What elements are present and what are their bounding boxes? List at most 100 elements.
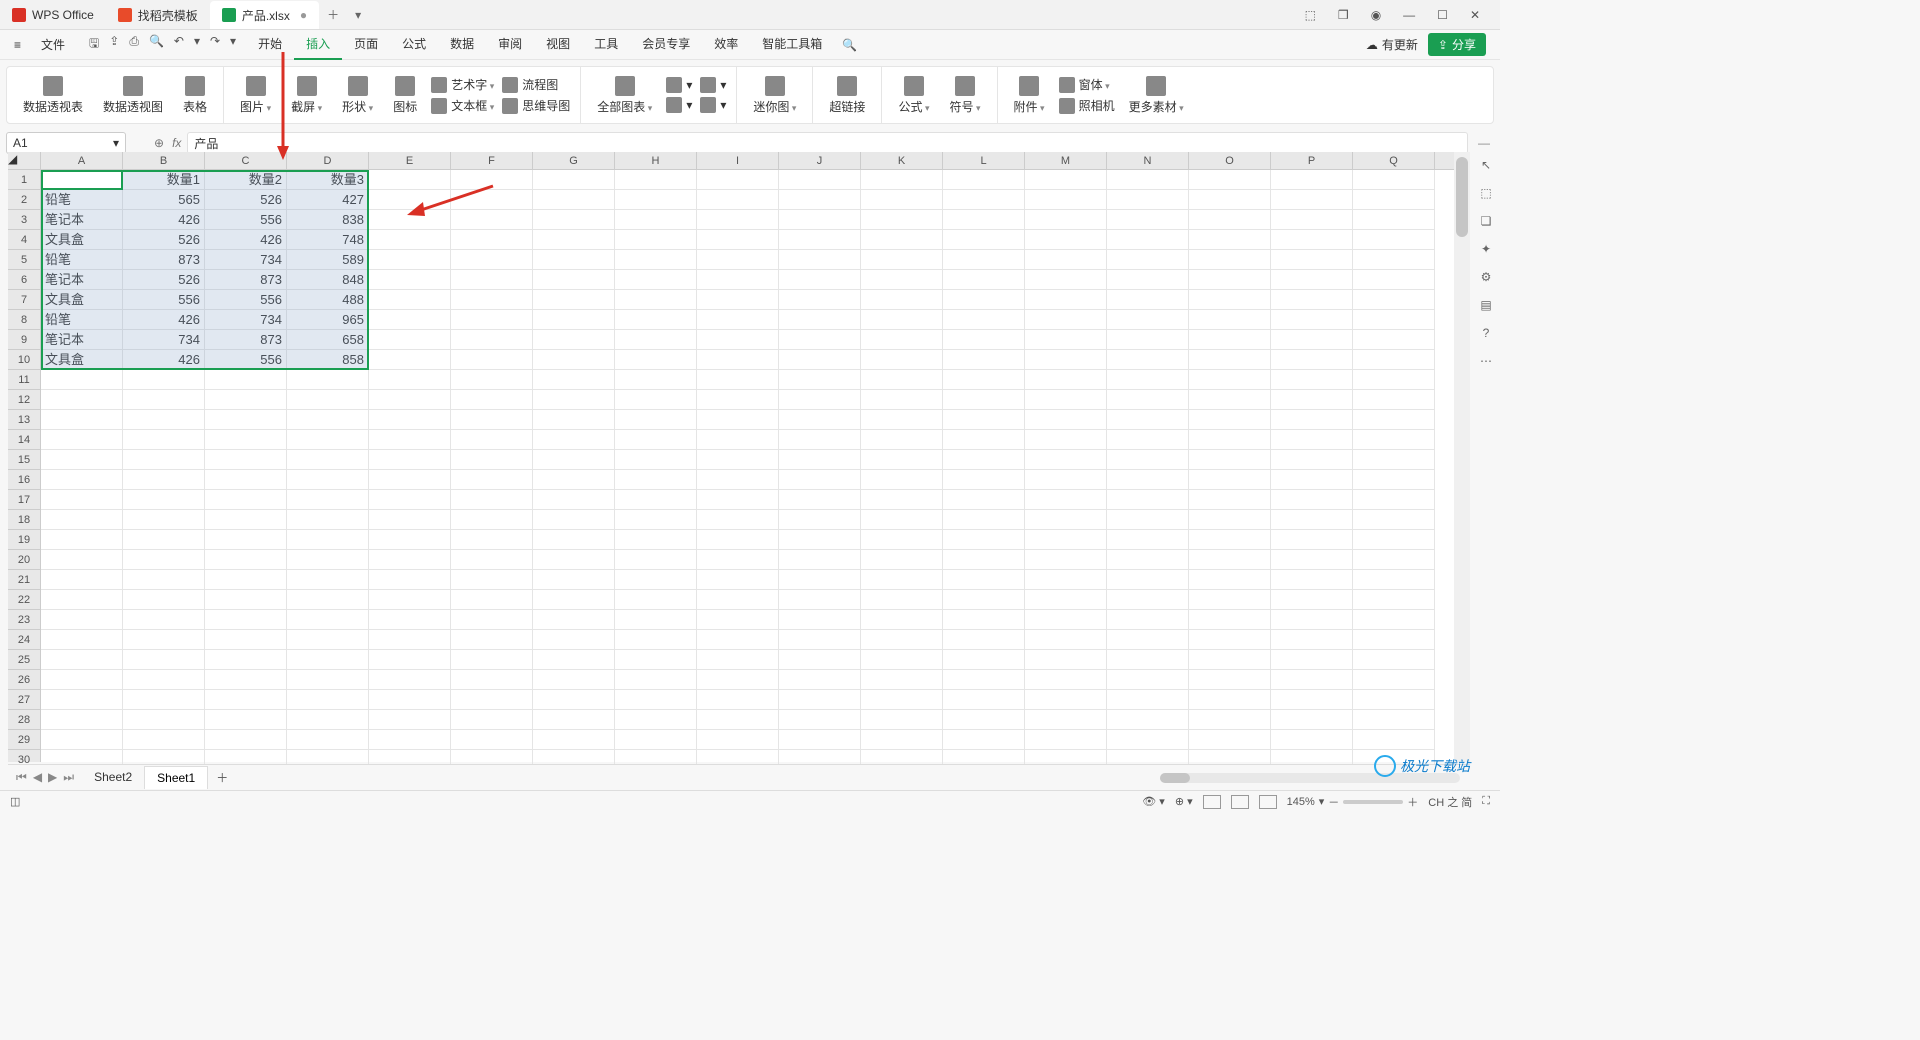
- view-page-button[interactable]: [1231, 795, 1249, 809]
- cell[interactable]: [615, 250, 697, 270]
- cell[interactable]: [369, 170, 451, 190]
- window-close-button[interactable]: ✕: [1464, 4, 1486, 26]
- horizontal-scrollbar-thumb[interactable]: [1160, 773, 1190, 783]
- cell[interactable]: [779, 450, 861, 470]
- cell[interactable]: [615, 470, 697, 490]
- cell[interactable]: [369, 730, 451, 750]
- style-tool-icon[interactable]: ❏: [1481, 214, 1492, 228]
- cell[interactable]: [943, 290, 1025, 310]
- cell[interactable]: [1271, 670, 1353, 690]
- cell[interactable]: [615, 530, 697, 550]
- menu-item-会员专享[interactable]: 会员专享: [630, 29, 702, 60]
- cell[interactable]: [1107, 730, 1189, 750]
- cell[interactable]: [861, 210, 943, 230]
- cell[interactable]: [615, 390, 697, 410]
- new-tab-button[interactable]: ＋: [319, 6, 347, 23]
- cell[interactable]: [1271, 390, 1353, 410]
- cell[interactable]: [287, 670, 369, 690]
- cell[interactable]: [779, 530, 861, 550]
- share-button[interactable]: ⇪ 分享: [1428, 33, 1486, 56]
- cell[interactable]: [1025, 490, 1107, 510]
- cell[interactable]: [861, 630, 943, 650]
- cell[interactable]: [123, 470, 205, 490]
- cell[interactable]: [615, 210, 697, 230]
- cell[interactable]: [205, 530, 287, 550]
- cell[interactable]: [369, 230, 451, 250]
- menu-item-审阅[interactable]: 审阅: [486, 29, 534, 60]
- cell[interactable]: [369, 390, 451, 410]
- cell[interactable]: [615, 430, 697, 450]
- cell[interactable]: [369, 590, 451, 610]
- cell[interactable]: [287, 510, 369, 530]
- cell[interactable]: [697, 650, 779, 670]
- cell[interactable]: [615, 610, 697, 630]
- cell[interactable]: [1353, 570, 1435, 590]
- cell[interactable]: [779, 490, 861, 510]
- cell[interactable]: [205, 610, 287, 630]
- print-icon[interactable]: ⎙: [129, 34, 139, 55]
- cell[interactable]: [41, 570, 123, 590]
- cell[interactable]: [1271, 710, 1353, 730]
- cell[interactable]: [943, 570, 1025, 590]
- cell[interactable]: [533, 430, 615, 450]
- cell[interactable]: [779, 330, 861, 350]
- title-tab[interactable]: 产品.xlsx●: [210, 1, 319, 29]
- cell[interactable]: [1107, 250, 1189, 270]
- cell[interactable]: 556: [123, 290, 205, 310]
- cell[interactable]: [369, 310, 451, 330]
- cell[interactable]: 426: [123, 350, 205, 370]
- cell[interactable]: [1189, 610, 1271, 630]
- cell[interactable]: [287, 490, 369, 510]
- cell[interactable]: [1025, 250, 1107, 270]
- cell[interactable]: [1107, 690, 1189, 710]
- cell[interactable]: [1271, 250, 1353, 270]
- cell[interactable]: [1025, 630, 1107, 650]
- cell[interactable]: [1271, 370, 1353, 390]
- cell[interactable]: [123, 510, 205, 530]
- cell[interactable]: [615, 290, 697, 310]
- zoom-control[interactable]: 145% ▾ － ＋: [1287, 794, 1419, 810]
- row-header[interactable]: 21: [8, 570, 40, 590]
- cell[interactable]: [41, 410, 123, 430]
- menu-item-开始[interactable]: 开始: [246, 29, 294, 60]
- cell[interactable]: [1189, 570, 1271, 590]
- cell[interactable]: [205, 570, 287, 590]
- cell[interactable]: [1025, 390, 1107, 410]
- cell[interactable]: [861, 690, 943, 710]
- table-button[interactable]: 表格: [177, 72, 213, 119]
- mindmap-button[interactable]: 思维导图: [502, 97, 570, 114]
- cell[interactable]: [451, 330, 533, 350]
- cell[interactable]: [861, 490, 943, 510]
- cell[interactable]: [1271, 270, 1353, 290]
- cell[interactable]: [41, 490, 123, 510]
- cell[interactable]: [1107, 530, 1189, 550]
- cell[interactable]: [533, 550, 615, 570]
- cell[interactable]: [533, 650, 615, 670]
- column-header[interactable]: L: [943, 152, 1025, 169]
- cell[interactable]: [1025, 710, 1107, 730]
- cell[interactable]: [1271, 550, 1353, 570]
- cell[interactable]: [533, 670, 615, 690]
- tab-menu-button[interactable]: ▾: [347, 8, 369, 22]
- cell[interactable]: [369, 570, 451, 590]
- zoom-slider[interactable]: [1343, 800, 1403, 804]
- cell[interactable]: [943, 270, 1025, 290]
- cell[interactable]: [533, 230, 615, 250]
- cell[interactable]: [697, 370, 779, 390]
- cell[interactable]: [779, 710, 861, 730]
- cell[interactable]: [779, 650, 861, 670]
- row-header[interactable]: 29: [8, 730, 40, 750]
- cell[interactable]: [451, 490, 533, 510]
- cell[interactable]: [287, 370, 369, 390]
- column-header[interactable]: H: [615, 152, 697, 169]
- cell[interactable]: [1353, 630, 1435, 650]
- cell[interactable]: [779, 230, 861, 250]
- cell[interactable]: 556: [205, 290, 287, 310]
- bar-chart-button[interactable]: ▾: [666, 97, 692, 113]
- cell[interactable]: [1353, 690, 1435, 710]
- cell[interactable]: [451, 450, 533, 470]
- cell[interactable]: [779, 390, 861, 410]
- shape-button[interactable]: 形状: [336, 72, 379, 119]
- cell[interactable]: [369, 610, 451, 630]
- cell[interactable]: 873: [205, 270, 287, 290]
